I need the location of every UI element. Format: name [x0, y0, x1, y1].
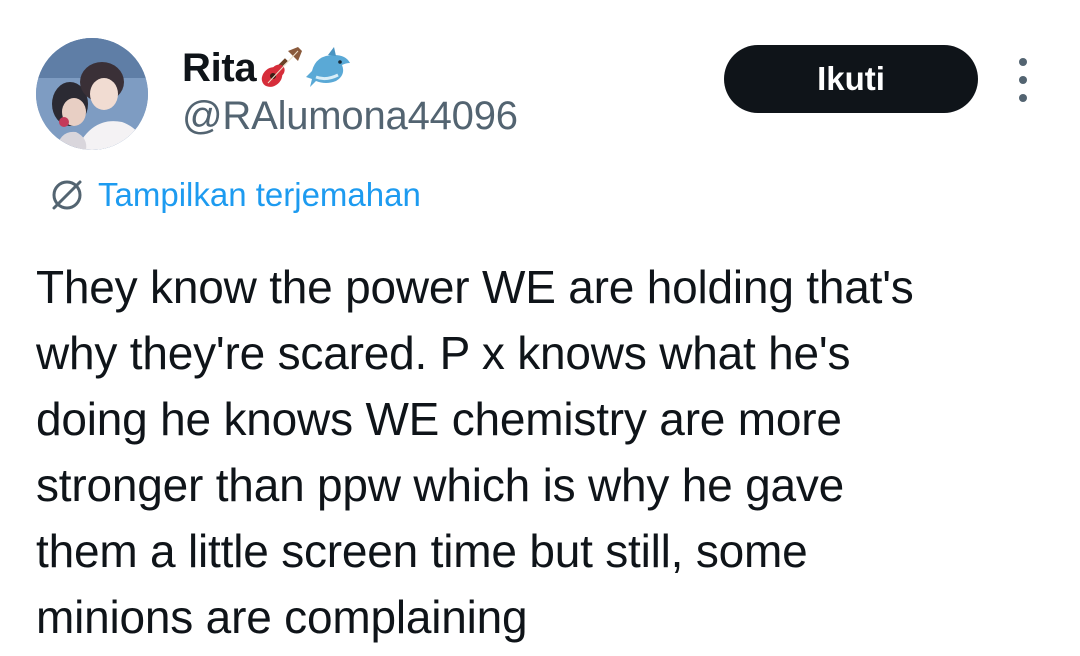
more-options-button[interactable] — [1006, 58, 1040, 102]
display-name-row[interactable]: Rita — [182, 40, 352, 96]
translate-link[interactable]: Tampilkan terjemahan — [48, 172, 421, 218]
globe-icon — [48, 176, 86, 214]
avatar-image — [36, 38, 148, 150]
more-vertical-icon-dot — [1019, 94, 1027, 102]
avatar[interactable] — [36, 38, 148, 150]
more-vertical-icon — [1019, 58, 1027, 66]
display-name[interactable]: Rita — [182, 46, 257, 91]
dolphin-emoji — [306, 45, 352, 91]
more-vertical-icon-dot — [1019, 76, 1027, 84]
tweet-header: Rita @RAlumona44096 Ikuti — [0, 0, 1080, 170]
user-handle[interactable]: @RAlumona44096 — [182, 94, 518, 139]
follow-button[interactable]: Ikuti — [724, 45, 978, 113]
guitar-emoji — [258, 45, 304, 91]
translate-label[interactable]: Tampilkan terjemahan — [98, 176, 421, 214]
tweet-text: They know the power WE are holding that'… — [36, 261, 914, 643]
